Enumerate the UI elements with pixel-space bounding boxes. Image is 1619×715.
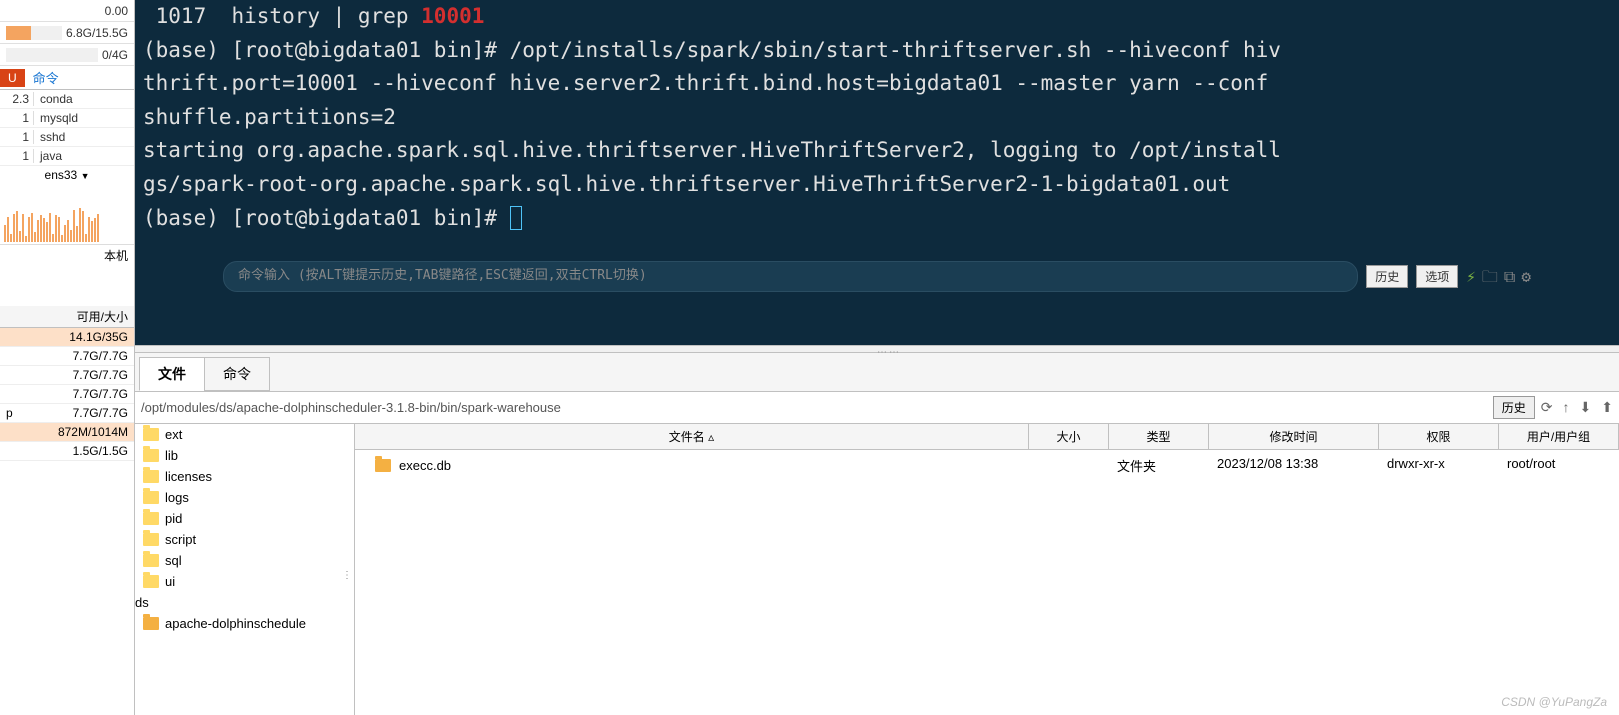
disk-row[interactable]: 1.5G/1.5G	[0, 442, 134, 461]
col-name[interactable]: 文件名 ▵	[355, 424, 1029, 449]
folder-icon	[143, 470, 159, 483]
grip-icon[interactable]: ⋮	[342, 570, 352, 581]
tree-item[interactable]: script	[135, 529, 354, 550]
net-footer: 本机	[0, 244, 134, 266]
net-chart	[0, 184, 134, 244]
tree-parent[interactable]: ds	[135, 592, 354, 613]
col-size[interactable]: 大小	[1029, 424, 1109, 449]
process-header: U 命令	[0, 66, 134, 90]
process-row[interactable]: 2.3conda	[0, 90, 134, 109]
cmd-header-label[interactable]: 命令	[29, 66, 63, 89]
folder-icon	[143, 449, 159, 462]
refresh-icon[interactable]: ⟳	[1541, 399, 1553, 416]
folder-icon	[143, 491, 159, 504]
folder-icon[interactable]: 🗀	[1482, 264, 1498, 290]
up-icon[interactable]: ↑	[1563, 399, 1570, 416]
process-row[interactable]: 1mysqld	[0, 109, 134, 128]
tree-item[interactable]: logs	[135, 487, 354, 508]
tree-item[interactable]: ui	[135, 571, 354, 592]
col-type[interactable]: 类型	[1109, 424, 1209, 449]
cmd-badge: U	[0, 69, 25, 87]
stat-mem-val: 6.8G/15.5G	[66, 26, 128, 40]
copy-icon[interactable]: ⧉	[1504, 264, 1515, 290]
disk-row[interactable]: 872M/1014M	[0, 423, 134, 442]
tree-item[interactable]: apache-dolphinschedule	[135, 613, 354, 634]
cursor-icon	[510, 206, 522, 230]
stat-cpu-val: 0.00	[105, 4, 128, 18]
options-button[interactable]: 选项	[1416, 265, 1458, 288]
tree-item[interactable]: lib	[135, 445, 354, 466]
col-perm[interactable]: 权限	[1379, 424, 1499, 449]
stat-swap: 0/4G	[0, 44, 134, 66]
file-list-header: 文件名 ▵ 大小 类型 修改时间 权限 用户/用户组	[355, 424, 1619, 450]
tree-item[interactable]: licenses	[135, 466, 354, 487]
sort-arrow-icon: ▵	[708, 430, 714, 444]
disk-row[interactable]: 7.7G/7.7G	[0, 366, 134, 385]
tree-item[interactable]: ext	[135, 424, 354, 445]
file-list[interactable]: execc.db 文件夹 2023/12/08 13:38 drwxr-xr-x…	[355, 450, 1619, 715]
stat-mem: 6.8G/15.5G	[0, 22, 134, 44]
folder-icon	[143, 554, 159, 567]
file-panel: 文件 命令 /opt/modules/ds/apache-dolphinsche…	[135, 353, 1619, 715]
folder-icon	[143, 533, 159, 546]
tree-item[interactable]: pid	[135, 508, 354, 529]
download-icon[interactable]: ⬇	[1580, 399, 1592, 416]
terminal[interactable]: 1017 history | grep 10001 (base) [root@b…	[135, 0, 1619, 345]
path-breadcrumb[interactable]: /opt/modules/ds/apache-dolphinscheduler-…	[141, 400, 1487, 415]
history-button[interactable]: 历史	[1366, 265, 1408, 288]
process-row[interactable]: 1java	[0, 147, 134, 166]
watermark: CSDN @YuPangZa	[1501, 695, 1607, 709]
folder-icon	[143, 575, 159, 588]
net-interface[interactable]: ens33 ▼	[0, 166, 134, 184]
command-input[interactable]: 命令输入 (按ALT键提示历史,TAB键路径,ESC键返回,双击CTRL切换)	[223, 261, 1358, 292]
tool-icon[interactable]: ⚙	[1521, 264, 1531, 290]
tree-item[interactable]: sql	[135, 550, 354, 571]
file-row[interactable]: execc.db 文件夹 2023/12/08 13:38 drwxr-xr-x…	[355, 450, 1619, 481]
tab-commands[interactable]: 命令	[204, 357, 270, 391]
disk-row[interactable]: 14.1G/35G	[0, 328, 134, 347]
stat-swap-val: 0/4G	[102, 48, 128, 62]
disk-row[interactable]: p7.7G/7.7G	[0, 404, 134, 423]
folder-tree[interactable]: ext lib licenses logs pid script sql ui …	[135, 424, 355, 715]
folder-icon	[143, 512, 159, 525]
folder-icon	[143, 428, 159, 441]
upload-icon[interactable]: ⬆	[1601, 399, 1613, 416]
folder-icon	[375, 459, 391, 472]
path-history-button[interactable]: 历史	[1493, 396, 1535, 419]
col-user[interactable]: 用户/用户组	[1499, 424, 1619, 449]
tab-files[interactable]: 文件	[139, 357, 205, 391]
disk-row[interactable]: 7.7G/7.7G	[0, 347, 134, 366]
left-sidebar: 0.00 6.8G/15.5G 0/4G U 命令 2.3conda 1mysq…	[0, 0, 135, 715]
disk-header: 可用/大小	[0, 306, 134, 328]
disk-row[interactable]: 7.7G/7.7G	[0, 385, 134, 404]
folder-icon	[143, 617, 159, 630]
lightning-icon[interactable]: ⚡	[1466, 264, 1476, 290]
splitter[interactable]: ⋯⋯	[135, 345, 1619, 353]
process-row[interactable]: 1sshd	[0, 128, 134, 147]
col-date[interactable]: 修改时间	[1209, 424, 1379, 449]
tabs: 文件 命令	[135, 353, 1619, 392]
process-list: 2.3conda 1mysqld 1sshd 1java	[0, 90, 134, 166]
stat-cpu: 0.00	[0, 0, 134, 22]
